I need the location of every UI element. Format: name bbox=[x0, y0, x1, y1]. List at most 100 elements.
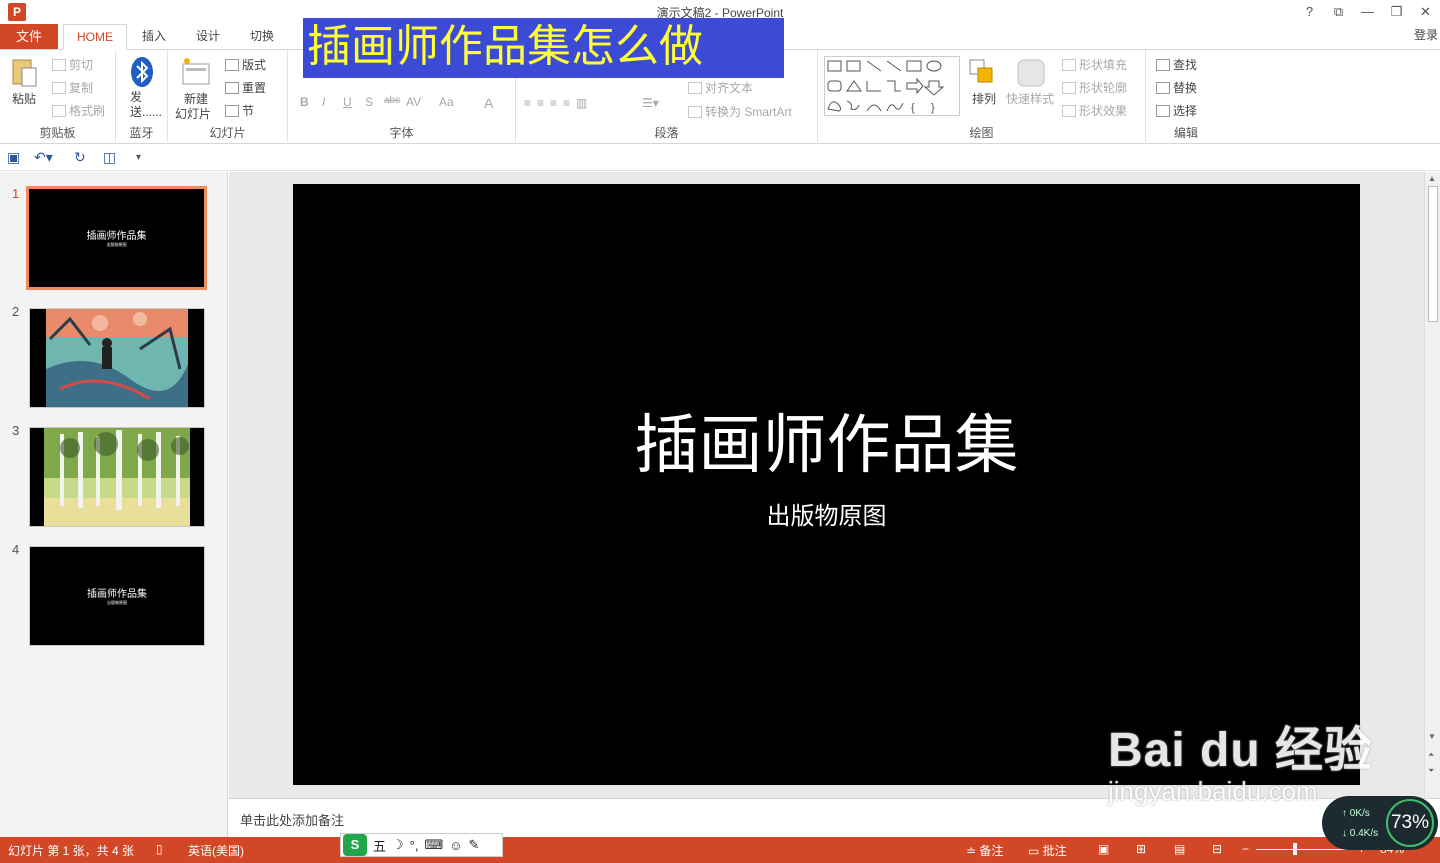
shadow-button[interactable]: S bbox=[365, 95, 373, 109]
slide-thumbnail-4[interactable]: 插画师作品集 出版物原图 bbox=[29, 546, 205, 646]
baidu-watermark: Bai du 经验 jingyan.baidu.com bbox=[1108, 710, 1373, 807]
vertical-scrollbar[interactable]: ▲ ▼ ⏶ ⏷ bbox=[1424, 172, 1440, 798]
shapes-gallery[interactable]: {} bbox=[824, 56, 960, 116]
keyboard-icon[interactable]: ⌨ bbox=[424, 837, 443, 853]
reset-button[interactable]: 重置 bbox=[225, 79, 266, 96]
tab-insert[interactable]: 插入 bbox=[136, 24, 172, 50]
quick-styles-icon[interactable] bbox=[1016, 56, 1045, 87]
shape-effects-button[interactable]: 形状效果 bbox=[1062, 102, 1127, 119]
cursor-icon bbox=[1156, 105, 1170, 117]
spellcheck-icon[interactable]: ▯ bbox=[156, 842, 163, 856]
zoom-slider[interactable] bbox=[1256, 849, 1354, 850]
change-case-button[interactable]: Aa bbox=[439, 95, 454, 109]
bluetooth-send-button[interactable]: 发送...... bbox=[130, 90, 162, 120]
shape-fill-button[interactable]: 形状填充 bbox=[1062, 56, 1127, 73]
notes-placeholder[interactable]: 单击此处添加备注 bbox=[240, 810, 344, 829]
replace-button[interactable]: 替换 bbox=[1156, 79, 1197, 96]
ribbon-display-icon[interactable]: ⧉ bbox=[1324, 0, 1353, 24]
moon-icon[interactable]: ☽ bbox=[392, 837, 404, 853]
notes-toggle-button[interactable]: ≐ 备注 bbox=[966, 842, 1003, 859]
select-button[interactable]: 选择 bbox=[1156, 102, 1197, 119]
scroll-up-icon[interactable]: ▲ bbox=[1428, 174, 1436, 183]
thumb-number-4: 4 bbox=[12, 542, 20, 557]
maximize-icon[interactable]: ❐ bbox=[1382, 0, 1411, 24]
underline-button[interactable]: U bbox=[343, 95, 352, 109]
bluetooth-icon[interactable] bbox=[129, 56, 157, 87]
arrange-icon[interactable] bbox=[968, 56, 996, 86]
overlay-title-banner: 插画师作品集怎么做 bbox=[303, 18, 784, 78]
group-label-paragraph: 段落 bbox=[654, 126, 679, 140]
thumb-number-2: 2 bbox=[12, 304, 20, 319]
window-controls: ? ⧉ — ❐ ✕ bbox=[1295, 0, 1440, 24]
current-slide[interactable]: 插画师作品集 出版物原图 bbox=[293, 184, 1360, 785]
slide-subtitle[interactable]: 出版物原图 bbox=[293, 496, 1360, 531]
next-slide-icon[interactable]: ⏷ bbox=[1428, 766, 1434, 776]
tab-file[interactable]: 文件 bbox=[0, 24, 58, 49]
cut-button[interactable]: 剪切 bbox=[52, 56, 93, 73]
char-spacing-button[interactable]: AV bbox=[406, 95, 421, 109]
tab-home[interactable]: HOME bbox=[63, 24, 127, 50]
slide-thumbnail-2[interactable] bbox=[29, 308, 205, 408]
user-icon[interactable]: ☺ bbox=[449, 838, 462, 853]
zoom-slider-thumb[interactable] bbox=[1293, 843, 1297, 855]
slide-thumbnail-3[interactable] bbox=[29, 427, 205, 527]
tab-transitions[interactable]: 切换 bbox=[244, 24, 280, 50]
wrench-icon[interactable]: ✎ bbox=[469, 837, 480, 853]
font-color-button[interactable]: A bbox=[484, 95, 493, 111]
strikethrough-button[interactable]: abc bbox=[384, 95, 400, 106]
prev-slide-icon[interactable]: ⏶ bbox=[1428, 750, 1434, 760]
scrollbar-thumb[interactable] bbox=[1428, 186, 1438, 322]
slide-thumbnail-panel: 1 插画师作品集 出版物原图 2 3 4 插画师作品集 出版物原图 bbox=[0, 172, 228, 837]
group-drawing: {} 排列 快速样式 形状填充 形状轮廓 形状效果 绘图 bbox=[818, 50, 1146, 144]
punctuation-icon[interactable]: °, bbox=[410, 838, 419, 853]
arrange-button[interactable]: 排列 bbox=[972, 90, 996, 107]
reading-view-icon[interactable]: ▤ bbox=[1174, 842, 1185, 856]
redo-icon[interactable]: ↻ bbox=[74, 149, 86, 166]
section-button[interactable]: 节 bbox=[225, 102, 254, 119]
quick-access-toolbar: ▣ ↶▾ ↻ ◫ ▾ bbox=[0, 145, 1440, 171]
slide-thumbnail-1[interactable]: 插画师作品集 出版物原图 bbox=[26, 186, 207, 290]
close-icon[interactable]: ✕ bbox=[1411, 0, 1440, 24]
new-slide-icon[interactable] bbox=[181, 56, 210, 86]
binoculars-icon bbox=[1156, 59, 1170, 71]
align-buttons[interactable]: ≡≡≡≡▥ bbox=[524, 96, 593, 110]
scissors-icon bbox=[52, 59, 66, 71]
paste-icon[interactable] bbox=[10, 56, 38, 87]
normal-view-icon[interactable]: ▣ bbox=[1098, 842, 1109, 856]
svg-text:}: } bbox=[931, 102, 935, 114]
zoom-out-icon[interactable]: − bbox=[1242, 842, 1249, 856]
ime-toolbar[interactable]: S 五 ☽ °, ⌨ ☺ ✎ bbox=[340, 833, 503, 857]
italic-button[interactable]: I bbox=[322, 95, 325, 109]
language-status[interactable]: 英语(美国) bbox=[188, 842, 244, 859]
slide-title[interactable]: 插画师作品集 bbox=[293, 409, 1360, 483]
undo-icon[interactable]: ↶▾ bbox=[34, 149, 53, 166]
customize-qat-icon[interactable]: ▾ bbox=[136, 152, 141, 163]
paste-button[interactable]: 粘贴 bbox=[12, 90, 36, 107]
shape-outline-button[interactable]: 形状轮廓 bbox=[1062, 79, 1127, 96]
network-speed-widget[interactable]: ↑ 0K/s ↓ 0.4K/s 73% bbox=[1322, 796, 1438, 850]
save-icon[interactable]: ▣ bbox=[7, 149, 20, 166]
login-link[interactable]: 登录 bbox=[1414, 26, 1438, 43]
find-button[interactable]: 查找 bbox=[1156, 56, 1197, 73]
slide-sorter-icon[interactable]: ⊞ bbox=[1136, 842, 1146, 856]
slideshow-icon[interactable]: ⊟ bbox=[1212, 842, 1222, 856]
bold-button[interactable]: B bbox=[300, 95, 309, 109]
ime-mode[interactable]: 五 bbox=[373, 836, 386, 855]
new-slide-label-2[interactable]: 幻灯片 bbox=[175, 105, 211, 122]
copy-button[interactable]: 复制 bbox=[52, 79, 93, 96]
presentation-icon[interactable]: ◫ bbox=[103, 149, 116, 166]
comments-toggle-button[interactable]: ▭ 批注 bbox=[1028, 842, 1067, 859]
help-icon[interactable]: ? bbox=[1295, 0, 1324, 24]
layout-button[interactable]: 版式 bbox=[225, 56, 266, 73]
minimize-icon[interactable]: — bbox=[1353, 0, 1382, 24]
scroll-down-icon[interactable]: ▼ bbox=[1428, 732, 1436, 741]
tab-design[interactable]: 设计 bbox=[190, 24, 226, 50]
align-text-button[interactable]: 对齐文本 bbox=[688, 79, 753, 96]
smartart-button[interactable]: 转换为 SmartArt bbox=[688, 103, 792, 120]
columns-button[interactable]: ☰▾ bbox=[642, 96, 659, 110]
effects-icon bbox=[1062, 105, 1076, 117]
brush-icon bbox=[52, 105, 66, 117]
format-painter-button[interactable]: 格式刷 bbox=[52, 102, 105, 119]
sogou-logo-icon: S bbox=[343, 834, 367, 856]
quick-styles-button[interactable]: 快速样式 bbox=[1006, 90, 1054, 107]
